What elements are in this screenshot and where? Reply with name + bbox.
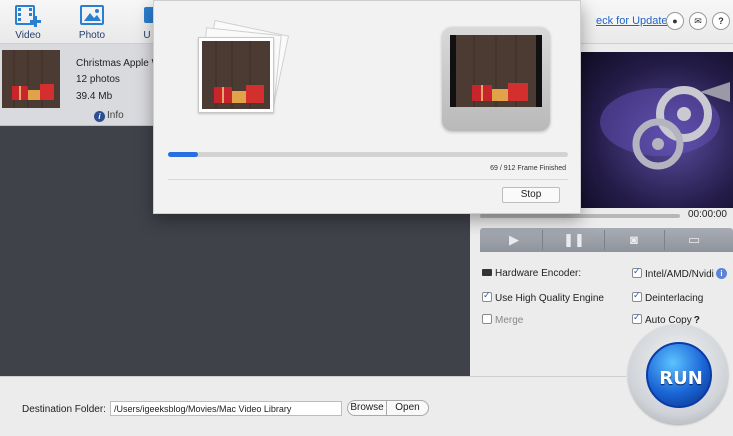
video-button-label: Video bbox=[15, 30, 41, 41]
deinterlacing-label: Deinterlacing bbox=[645, 293, 704, 304]
run-label: RUN bbox=[659, 368, 703, 389]
photo-button-label: Photo bbox=[78, 30, 106, 41]
time-readout: 00:00:00 bbox=[688, 209, 727, 220]
help-button[interactable]: ? bbox=[712, 12, 730, 30]
control-divider bbox=[604, 230, 605, 250]
destination-bar: Destination Folder: Browse Open bbox=[0, 376, 626, 436]
open-folder-button[interactable]: ▭ bbox=[670, 231, 718, 249]
mail-icon: ✉ bbox=[694, 16, 702, 26]
output-thumbnail bbox=[450, 35, 542, 107]
youtube-icon bbox=[144, 7, 154, 23]
destination-folder-label: Destination Folder: bbox=[22, 404, 106, 415]
snapshot-button[interactable]: ◙ bbox=[610, 231, 658, 249]
photo-stack-icon bbox=[192, 19, 290, 121]
open-button[interactable]: Open bbox=[387, 400, 429, 416]
photo-icon bbox=[80, 5, 104, 25]
frames-finished-text: 69 / 912 Frame Finished bbox=[490, 165, 566, 172]
camera-icon: ◙ bbox=[630, 232, 638, 247]
preview-image bbox=[580, 52, 733, 208]
file-size: 39.4 Mb bbox=[76, 91, 113, 102]
photo-front-card bbox=[198, 37, 274, 113]
run-button-ring: RUN bbox=[628, 324, 728, 424]
pause-button[interactable]: ❚❚ bbox=[550, 231, 598, 249]
video-add-icon bbox=[15, 5, 41, 27]
file-thumbnail bbox=[2, 50, 60, 108]
conversion-progress-bar bbox=[168, 152, 568, 157]
check-for-updates-link[interactable]: eck for Updates bbox=[596, 15, 674, 27]
intel-checkbox[interactable]: Intel/AMD/Nvidi bbox=[632, 266, 714, 280]
progress-fill bbox=[168, 152, 199, 157]
app-window: Video Photo U eck for Updates ● ✉ ? Chri… bbox=[0, 0, 733, 436]
merge-checkbox[interactable]: Merge bbox=[482, 314, 523, 326]
account-button[interactable]: ● bbox=[666, 12, 684, 30]
hardware-icon bbox=[482, 269, 492, 276]
checkbox-icon bbox=[632, 290, 642, 302]
play-button[interactable]: ▶ bbox=[490, 231, 538, 249]
merge-label: Merge bbox=[495, 315, 524, 326]
hardware-encoder-text: Hardware Encoder: bbox=[495, 268, 582, 279]
checkbox-icon bbox=[482, 290, 492, 302]
run-button[interactable]: RUN bbox=[646, 342, 712, 408]
file-photo-count: 12 photos bbox=[76, 74, 120, 85]
add-photo-button[interactable]: Photo bbox=[66, 4, 118, 41]
control-divider bbox=[664, 230, 665, 250]
checkbox-icon bbox=[482, 314, 492, 324]
conversion-progress-dialog: 69 / 912 Frame Finished Stop bbox=[153, 0, 581, 214]
info-button[interactable]: i Info bbox=[94, 110, 124, 122]
high-quality-label: Use High Quality Engine bbox=[495, 293, 604, 304]
destination-path-field[interactable] bbox=[110, 401, 342, 416]
info-label: Info bbox=[107, 110, 124, 121]
run-button-wrap: RUN bbox=[626, 322, 730, 432]
dialog-divider bbox=[168, 179, 568, 180]
youtube-button[interactable]: U bbox=[140, 4, 154, 41]
video-output-icon bbox=[442, 27, 550, 131]
encoder-info-icon[interactable]: i bbox=[716, 268, 727, 279]
deinterlacing-checkbox[interactable]: Deinterlacing bbox=[632, 290, 704, 304]
control-divider bbox=[542, 230, 543, 250]
play-icon: ▶ bbox=[509, 232, 519, 247]
add-video-button[interactable]: Video bbox=[2, 4, 54, 41]
intel-label: Intel/AMD/Nvidi bbox=[645, 269, 714, 280]
player-controls: ▶ ❚❚ ◙ ▭ bbox=[480, 228, 733, 252]
user-icon: ● bbox=[672, 16, 678, 26]
checkbox-icon bbox=[632, 266, 642, 278]
source-thumbnail bbox=[202, 41, 270, 109]
mail-button[interactable]: ✉ bbox=[689, 12, 707, 30]
info-icon: i bbox=[94, 111, 105, 122]
timeline-track bbox=[480, 214, 680, 218]
hardware-encoder-label: Hardware Encoder: bbox=[482, 268, 581, 279]
browse-button[interactable]: Browse bbox=[347, 400, 387, 416]
youtube-button-label: U bbox=[143, 30, 151, 41]
high-quality-checkbox[interactable]: Use High Quality Engine bbox=[482, 290, 604, 304]
stop-button[interactable]: Stop bbox=[502, 187, 560, 203]
help-icon: ? bbox=[718, 16, 724, 26]
folder-icon: ▭ bbox=[687, 232, 701, 247]
pause-icon: ❚❚ bbox=[563, 232, 585, 247]
